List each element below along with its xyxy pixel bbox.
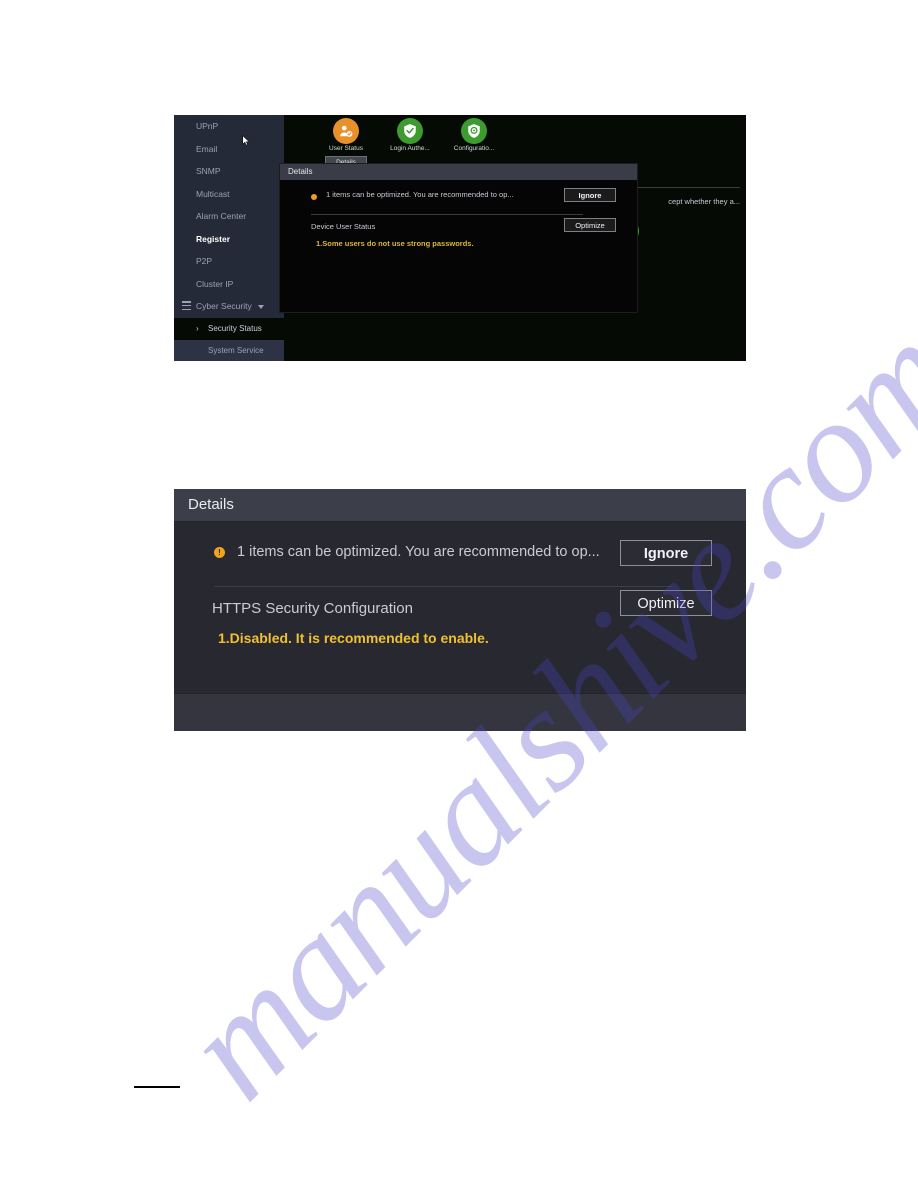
sidebar-item-label: UPnP: [196, 121, 219, 131]
chevron-down-icon: [258, 304, 265, 309]
dialog-divider: [214, 586, 672, 587]
sidebar-item-email[interactable]: Email: [174, 138, 284, 161]
shield-gear-icon: [461, 118, 487, 144]
footnote-separator: [134, 1086, 180, 1088]
shield-check-icon: [397, 118, 423, 144]
sidebar-item-label: SNMP: [196, 166, 221, 176]
figure-bottom-screenshot: Details ! 1 items can be optimized. You …: [174, 489, 746, 731]
status-icon-user-status[interactable]: User Status: [314, 115, 378, 153]
sidebar-item-label: Security Status: [208, 323, 262, 333]
status-icon-login-auth[interactable]: Login Authe...: [378, 115, 442, 153]
user-status-icon: [333, 118, 359, 144]
warning-dot-icon: !: [214, 547, 225, 558]
issue-title: HTTPS Security Configuration: [212, 600, 413, 617]
sidebar-item-system-service[interactable]: System Service: [174, 340, 284, 361]
sidebar-item-label: Cyber Security: [196, 301, 252, 311]
optimize-button[interactable]: Optimize: [620, 590, 712, 616]
dialog-body: ! 1 items can be optimized. You are reco…: [174, 522, 746, 693]
warning-exclamation: !: [218, 547, 221, 557]
dialog-footer: [174, 693, 746, 731]
background-truncated-text: cept whether they a...: [668, 197, 740, 206]
issue-title: Device User Status: [311, 222, 376, 231]
dialog-titlebar: [174, 489, 746, 522]
sidebar-item-cyber-security[interactable]: Cyber Security: [174, 295, 284, 318]
sidebar-item-p2p[interactable]: P2P: [174, 250, 284, 273]
sidebar-item-cluster-ip[interactable]: Cluster IP: [174, 273, 284, 296]
sidebar-item-label: Alarm Center: [196, 211, 247, 221]
sidebar-item-label: Multicast: [196, 188, 230, 199]
dialog-divider: [311, 214, 583, 215]
sidebar-item-multicast[interactable]: Multicast: [174, 183, 284, 206]
status-icon-label: User Status: [329, 145, 363, 152]
dialog-summary-text: 1 items can be optimized. You are recomm…: [237, 544, 600, 560]
ignore-button[interactable]: Ignore: [620, 540, 712, 566]
dialog-title: Details: [188, 496, 234, 513]
sidebar-item-label: System Service: [208, 346, 264, 355]
status-icon-label: Login Authe...: [390, 145, 430, 152]
optimize-button[interactable]: Optimize: [564, 218, 616, 232]
sidebar-item-label: P2P: [196, 256, 213, 266]
mouse-cursor-icon: [242, 135, 250, 146]
hamburger-icon: [182, 301, 191, 310]
sidebar-item-label: Register: [196, 233, 231, 244]
dialog-title: Details: [280, 164, 637, 180]
ignore-button[interactable]: Ignore: [564, 188, 616, 202]
sidebar-item-label: Email: [196, 143, 218, 154]
sidebar-item-security-status[interactable]: › Security Status: [174, 317, 284, 340]
dialog-body: 1 items can be optimized. You are recomm…: [280, 180, 637, 313]
sidebar-item-register[interactable]: Register: [174, 228, 284, 251]
issue-description: 1.Some users do not use strong passwords…: [316, 239, 474, 248]
sidebar-item-alarm-center[interactable]: Alarm Center: [174, 205, 284, 228]
dialog-summary-text: 1 items can be optimized. You are recomm…: [326, 190, 514, 199]
status-icon-label: Configuratio...: [453, 145, 495, 152]
settings-sidebar: UPnP Email SNMP Multicast Alarm Center R…: [174, 115, 284, 361]
issue-description: 1.Disabled. It is recommended to enable.: [218, 630, 489, 646]
details-dialog-top: Details 1 items can be optimized. You ar…: [279, 163, 638, 313]
sidebar-item-upnp[interactable]: UPnP: [174, 115, 284, 138]
figure-top-screenshot: UPnP Email SNMP Multicast Alarm Center R…: [174, 115, 746, 361]
chevron-right-icon: ›: [196, 323, 199, 333]
status-icon-configuration[interactable]: Configuratio...: [442, 115, 506, 153]
security-status-icon-row: User Status Login Authe... Configuratio.…: [284, 115, 746, 167]
sidebar-item-snmp[interactable]: SNMP: [174, 160, 284, 183]
sidebar-item-label: Cluster IP: [196, 278, 234, 289]
warning-dot-icon: [311, 194, 317, 200]
